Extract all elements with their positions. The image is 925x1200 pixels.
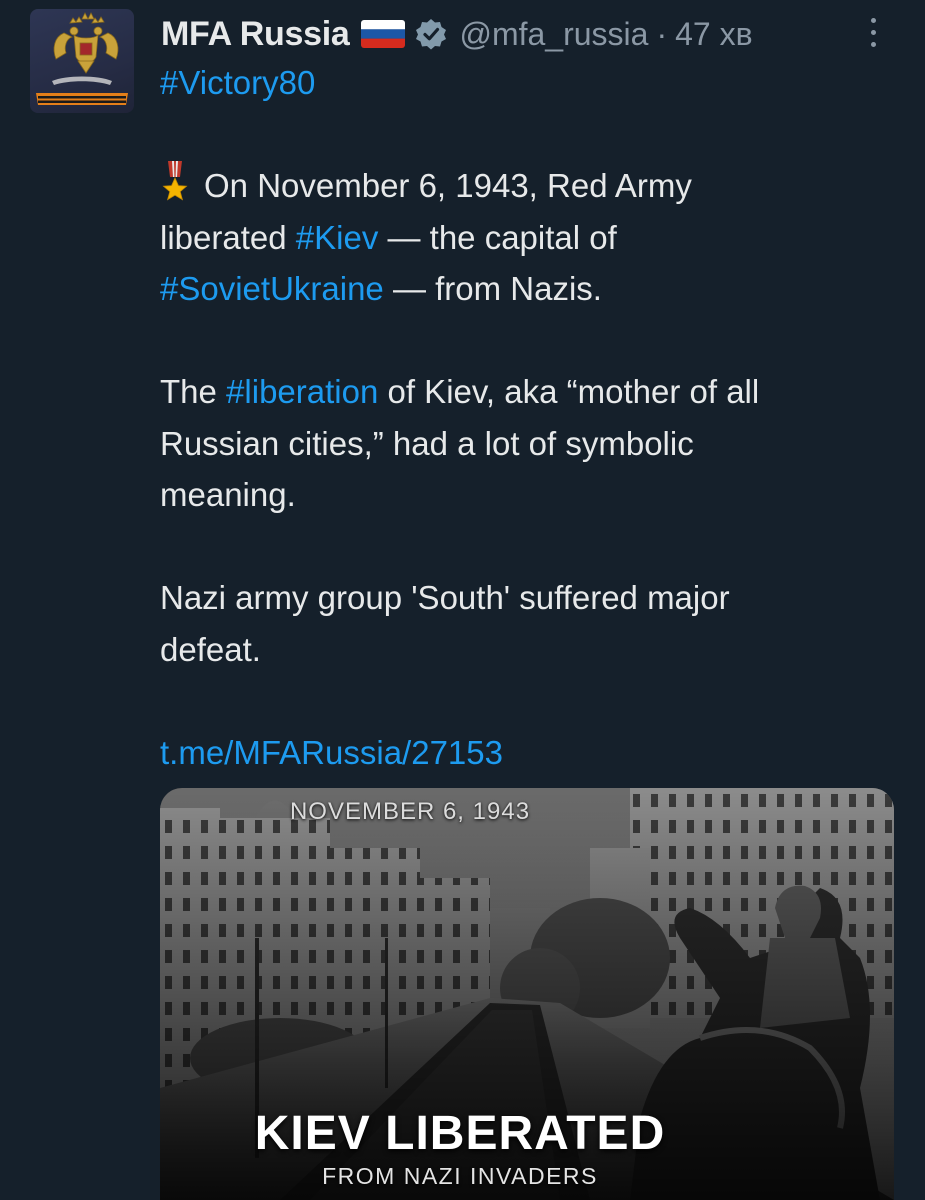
tweet-text-fragment: — from Nazis.: [383, 270, 602, 307]
tweet-text-fragment: The: [160, 373, 227, 410]
tweet: MFA Russia @mfa_russia · 47 хв #Victory8…: [0, 0, 925, 1200]
telegram-link[interactable]: t.me/MFARussia/27153: [160, 734, 503, 771]
tweet-text-fragment: liberated: [160, 218, 296, 256]
hashtag-victory80[interactable]: #Victory80: [160, 64, 315, 101]
verified-badge-icon: [415, 18, 447, 50]
hashtag-liberation[interactable]: #liberation: [226, 373, 378, 410]
coat-of-arms-icon: [36, 12, 128, 105]
image-subtitle: FROM NAZI INVADERS: [322, 1163, 598, 1189]
military-medal-icon: [160, 161, 190, 203]
image-date-caption: NOVEMBER 6, 1943: [289, 798, 531, 825]
tweet-text-line: Russian cities,” had a lot of symbolic: [160, 424, 694, 462]
hashtag-sovietukraine[interactable]: #SovietUkraine: [160, 270, 384, 307]
avatar[interactable]: [30, 9, 134, 113]
tweet-text-line: On November 6, 1943, Red Army: [204, 167, 692, 204]
tweet-text-line: Nazi army group 'South' suffered major: [160, 579, 730, 616]
tweet-text: #Victory80 On November 6, 1943, Red Army…: [160, 57, 905, 778]
tweet-timestamp[interactable]: 47 хв: [675, 16, 752, 53]
author-name[interactable]: MFA Russia: [161, 15, 350, 54]
image-title: KIEV LIBERATED: [254, 1107, 666, 1160]
tweet-image[interactable]: NOVEMBER 6, 1943 KIEV LIBERATED FROM NAZ…: [160, 788, 894, 1200]
russia-flag-icon: [361, 20, 406, 48]
tweet-text-line: defeat.: [160, 630, 261, 668]
hashtag-kiev[interactable]: #Kiev: [296, 219, 379, 256]
more-options-icon[interactable]: [868, 18, 878, 54]
header-separator: ·: [656, 15, 668, 52]
tweet-text-fragment: of Kiev, aka “mother of all: [378, 373, 760, 410]
tweet-header: MFA Russia @mfa_russia · 47 хв: [161, 12, 753, 56]
author-handle[interactable]: @mfa_russia: [459, 16, 648, 53]
tweet-text-line: meaning.: [160, 476, 296, 513]
tweet-text-fragment: — the capital of: [378, 218, 617, 256]
